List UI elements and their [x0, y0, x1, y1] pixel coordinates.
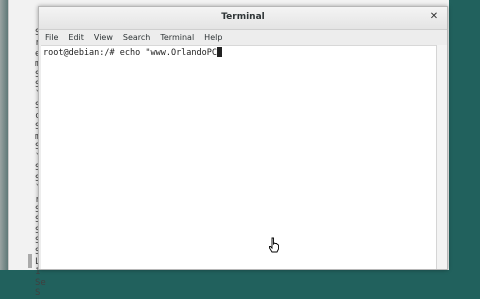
menu-help[interactable]: Help: [204, 33, 222, 42]
menu-file[interactable]: File: [45, 33, 58, 42]
menu-view[interactable]: View: [94, 33, 113, 42]
menu-search[interactable]: Search: [123, 33, 150, 42]
menu-bar: File Edit View Search Terminal Help: [39, 30, 447, 44]
terminal-window[interactable]: Terminal ✕ File Edit View Search Termina…: [38, 6, 448, 270]
hand-pointer-icon: [269, 237, 279, 253]
close-icon[interactable]: ✕: [427, 10, 441, 24]
terminal-content[interactable]: root@debian:/# echo "www.OrlandoPC: [41, 45, 437, 269]
command-line: root@debian:/# echo "www.OrlandoPC: [43, 47, 223, 58]
menu-terminal[interactable]: Terminal: [160, 33, 194, 42]
background-scrollbar[interactable]: [28, 254, 32, 268]
window-title: Terminal: [221, 12, 265, 22]
shell-prompt: root@debian:/#: [43, 48, 115, 58]
typed-command: echo "www.OrlandoPC: [114, 48, 218, 58]
text-cursor: [217, 47, 223, 57]
background-terminal-line: S: [35, 288, 41, 299]
menu-edit[interactable]: Edit: [68, 33, 84, 42]
terminal-scrollbar[interactable]: [436, 45, 447, 269]
desktop-edge: [0, 0, 8, 270]
background-terminal-line: Se: [35, 277, 46, 288]
title-bar[interactable]: Terminal ✕: [39, 7, 447, 30]
